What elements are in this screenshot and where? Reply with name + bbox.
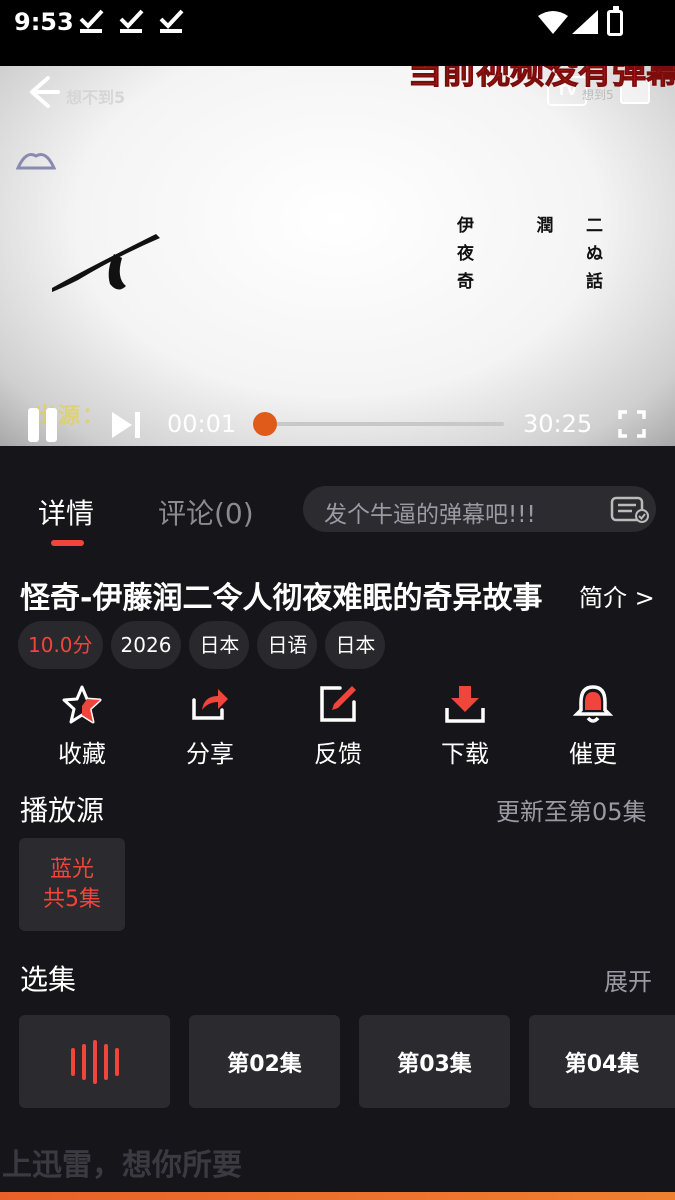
edit-icon: [320, 686, 356, 722]
source-section-title: 播放源: [20, 794, 105, 827]
danmu-notice: 当前视频没有弹幕: [408, 66, 675, 93]
bell-icon: [573, 685, 613, 723]
battery-icon: [607, 6, 623, 36]
intro-link[interactable]: 简介 >: [579, 578, 655, 613]
fullscreen-icon[interactable]: [618, 410, 646, 438]
download-check-icon: [119, 9, 144, 33]
action-row: 收藏 分享 反馈 下载 催更: [0, 684, 675, 774]
danmu-placeholder: 发个牛逼的弹幕吧!!!: [324, 502, 536, 528]
show-title: 怪奇-伊藤润二令人彻夜难眠的奇异故事: [20, 581, 543, 616]
download-check-icon: [79, 9, 104, 33]
video-player[interactable]: 想不到5 TV 想到5 当前视频没有弹幕 伊潤二 夜ぬ 奇話 出源： 00:01…: [0, 66, 675, 446]
danmu-input[interactable]: 发个牛逼的弹幕吧!!!: [303, 486, 656, 532]
tag-language: 日语: [257, 621, 318, 669]
wifi-icon: [538, 11, 568, 34]
active-tab-indicator: [51, 540, 84, 546]
episode-card[interactable]: 第03集: [359, 1015, 510, 1108]
bottom-accent-bar: [0, 1192, 675, 1200]
episode-card[interactable]: 第04集: [529, 1015, 675, 1108]
current-time: 00:01: [167, 410, 237, 438]
source-bluray-card[interactable]: 蓝光 共5集: [19, 838, 125, 931]
pause-button[interactable]: [28, 408, 60, 442]
favorite-button[interactable]: 收藏: [22, 684, 142, 769]
share-icon: [192, 689, 228, 720]
expand-episodes-link[interactable]: 展开: [604, 962, 652, 997]
status-time: 9:53: [14, 8, 74, 36]
total-time: 30:25: [523, 410, 593, 438]
tab-detail[interactable]: 详情: [38, 492, 94, 532]
download-icon: [445, 686, 485, 723]
download-button[interactable]: 下载: [405, 684, 525, 769]
brush-character-image: [52, 234, 160, 292]
watermark-text: 想不到5: [66, 88, 126, 107]
tab-comments[interactable]: 评论(0): [158, 492, 254, 532]
star-icon: [62, 685, 102, 724]
progress-thumb[interactable]: [253, 412, 277, 436]
tag-region: 日本: [189, 621, 250, 669]
video-credits-text: 伊潤二 夜ぬ 奇話: [457, 216, 603, 292]
episode-playing-card[interactable]: [19, 1015, 170, 1108]
watermark-logo: [16, 153, 56, 170]
episode-card[interactable]: 第02集: [189, 1015, 340, 1108]
request-update-button[interactable]: 催更: [533, 684, 653, 769]
update-status: 更新至第05集: [496, 798, 647, 826]
episode-section-title: 选集: [20, 963, 77, 996]
feedback-button[interactable]: 反馈: [278, 684, 398, 769]
share-button[interactable]: 分享: [150, 684, 270, 769]
tag-score: 10.0分: [18, 621, 103, 669]
playing-bars-icon: [70, 1047, 75, 1076]
tag-list: 10.0分 2026 日本 日语 日本: [18, 621, 386, 669]
status-bar: 9:53: [0, 0, 675, 66]
download-check-icon: [159, 9, 184, 33]
progress-bar[interactable]: [262, 422, 504, 426]
tag-area: 日本: [325, 621, 386, 669]
danmu-settings-icon[interactable]: [610, 496, 650, 524]
next-episode-icon[interactable]: [110, 410, 142, 440]
bottom-slogan: 上迅雷，想你所要: [2, 1148, 242, 1183]
back-arrow-icon[interactable]: [22, 72, 62, 112]
tag-year: 2026: [110, 621, 182, 669]
signal-icon: [572, 10, 598, 34]
notification-icons: [78, 8, 186, 34]
